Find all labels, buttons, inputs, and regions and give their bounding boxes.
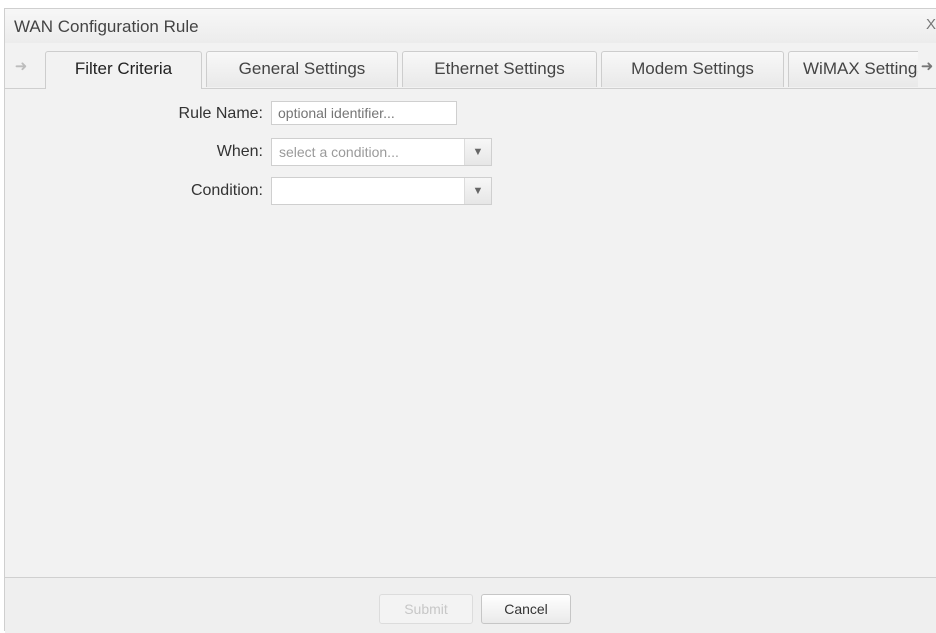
tab-strip: ➜ Filter Criteria General Settings Ether… xyxy=(5,47,936,89)
cancel-button[interactable]: Cancel xyxy=(481,594,571,624)
dialog-titlebar[interactable]: WAN Configuration Rule X xyxy=(5,9,936,43)
dialog-footer: Submit Cancel xyxy=(5,577,936,633)
close-icon[interactable]: X xyxy=(922,15,936,35)
when-select-value: select a condition... xyxy=(279,144,399,160)
condition-row: Condition: xyxy=(5,178,263,206)
tab-filter-criteria[interactable]: Filter Criteria xyxy=(45,51,202,89)
wan-configuration-rule-dialog: WAN Configuration Rule X ➜ Filter Criter… xyxy=(4,8,936,633)
condition-select[interactable]: ▼ xyxy=(271,177,492,205)
tab-wimax-settings[interactable]: WiMAX Settings xyxy=(788,51,918,87)
submit-button[interactable]: Submit xyxy=(379,594,473,624)
when-row: When: xyxy=(5,139,263,167)
tab-modem-settings[interactable]: Modem Settings xyxy=(601,51,784,87)
tab-ethernet-settings[interactable]: Ethernet Settings xyxy=(402,51,597,87)
chevron-down-icon[interactable]: ▼ xyxy=(464,178,491,204)
tab-general-settings[interactable]: General Settings xyxy=(206,51,398,87)
tabs-viewport: Filter Criteria General Settings Etherne… xyxy=(43,47,918,89)
dialog-title: WAN Configuration Rule xyxy=(14,17,199,36)
when-label: When: xyxy=(216,143,263,160)
when-select[interactable]: select a condition... ▼ xyxy=(271,138,492,166)
condition-label: Condition: xyxy=(190,182,263,199)
rule-name-input[interactable] xyxy=(271,101,457,125)
rule-name-row: Rule Name: xyxy=(5,101,263,129)
chevron-down-icon[interactable]: ▼ xyxy=(464,139,491,165)
arrow-left-icon[interactable]: ➜ xyxy=(14,57,28,77)
rule-name-label: Rule Name: xyxy=(178,105,263,122)
arrow-right-icon[interactable]: ➜ xyxy=(920,57,934,77)
